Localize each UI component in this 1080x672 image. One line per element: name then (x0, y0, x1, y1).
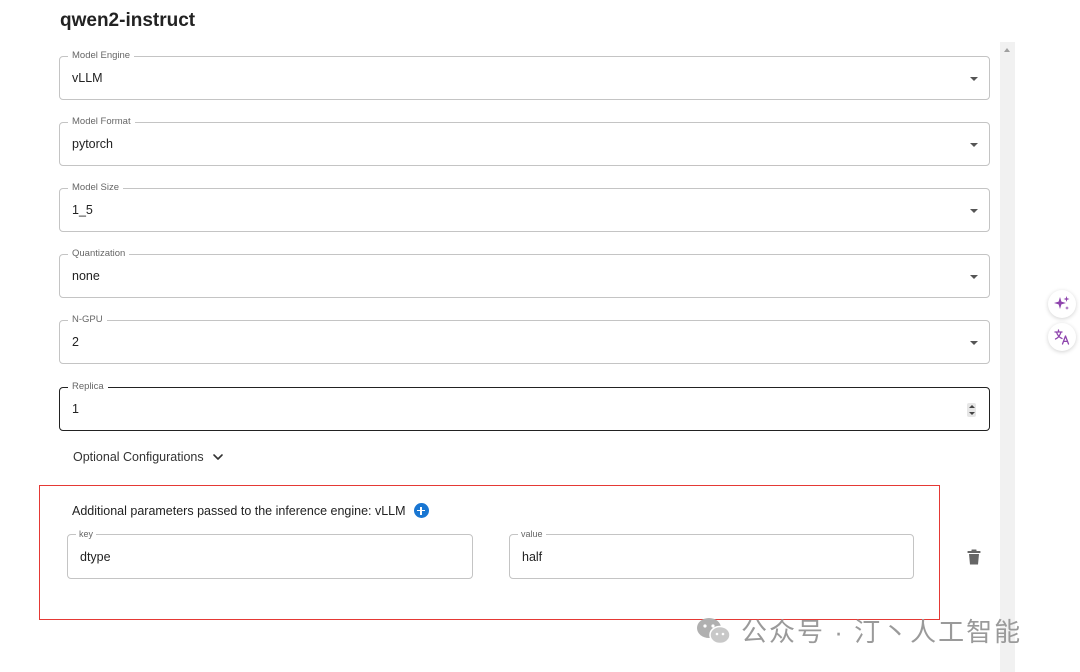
page-title: qwen2-instruct (60, 10, 196, 31)
additional-parameters-label: Additional parameters passed to the infe… (72, 503, 406, 518)
model-format-label: Model Format (68, 116, 135, 128)
trash-icon[interactable] (967, 549, 981, 565)
optional-configurations-label: Optional Configurations (73, 450, 204, 464)
chevron-down-icon[interactable] (970, 143, 978, 147)
optional-configurations-toggle[interactable]: Optional Configurations (73, 450, 224, 464)
plus-circle-icon[interactable] (413, 503, 429, 518)
scroll-up-icon[interactable] (1004, 48, 1010, 52)
n-gpu-label: N-GPU (68, 314, 107, 326)
number-stepper[interactable] (967, 403, 976, 417)
value-value[interactable]: half (522, 550, 542, 564)
key-value[interactable]: dtype (80, 550, 111, 564)
model-format-value: pytorch (72, 137, 113, 151)
n-gpu-select[interactable]: N-GPU 2 (59, 314, 990, 364)
model-size-label: Model Size (68, 182, 123, 194)
additional-parameters-header: Additional parameters passed to the infe… (72, 503, 429, 518)
value-field[interactable]: value half (509, 528, 914, 579)
chevron-down-icon[interactable] (970, 341, 978, 345)
key-field[interactable]: key dtype (67, 528, 473, 579)
watermark: 公众号 · 汀丶人工智能 (695, 612, 1022, 649)
model-engine-label: Model Engine (68, 50, 135, 62)
quantization-value: none (72, 269, 100, 283)
n-gpu-value: 2 (72, 335, 79, 349)
model-engine-select[interactable]: Model Engine vLLM (59, 50, 990, 100)
model-format-select[interactable]: Model Format pytorch (59, 116, 990, 166)
wechat-icon (697, 617, 731, 644)
replica-value[interactable]: 1 (72, 402, 79, 416)
scrollbar[interactable] (1000, 42, 1015, 672)
stepper-up-icon[interactable] (968, 405, 975, 408)
chevron-down-icon (212, 454, 223, 460)
model-size-value: 1_5 (72, 203, 93, 217)
watermark-text: 公众号 · 汀丶人工智能 (741, 617, 1023, 647)
chevron-down-icon[interactable] (970, 77, 978, 81)
translate-button[interactable] (1048, 323, 1076, 351)
quantization-select[interactable]: Quantization none (59, 248, 990, 298)
replica-input[interactable]: Replica 1 (59, 381, 990, 431)
value-label: value (518, 528, 546, 540)
ai-assist-button[interactable] (1048, 290, 1076, 318)
model-size-select[interactable]: Model Size 1_5 (59, 182, 990, 232)
replica-label: Replica (68, 381, 108, 393)
stepper-down-icon[interactable] (968, 412, 975, 415)
chevron-down-icon[interactable] (970, 209, 978, 213)
model-engine-value: vLLM (72, 71, 103, 85)
sparkle-icon (1054, 296, 1070, 310)
key-label: key (76, 528, 97, 540)
quantization-label: Quantization (68, 248, 130, 260)
translate-icon (1054, 329, 1070, 345)
chevron-down-icon[interactable] (970, 275, 978, 279)
